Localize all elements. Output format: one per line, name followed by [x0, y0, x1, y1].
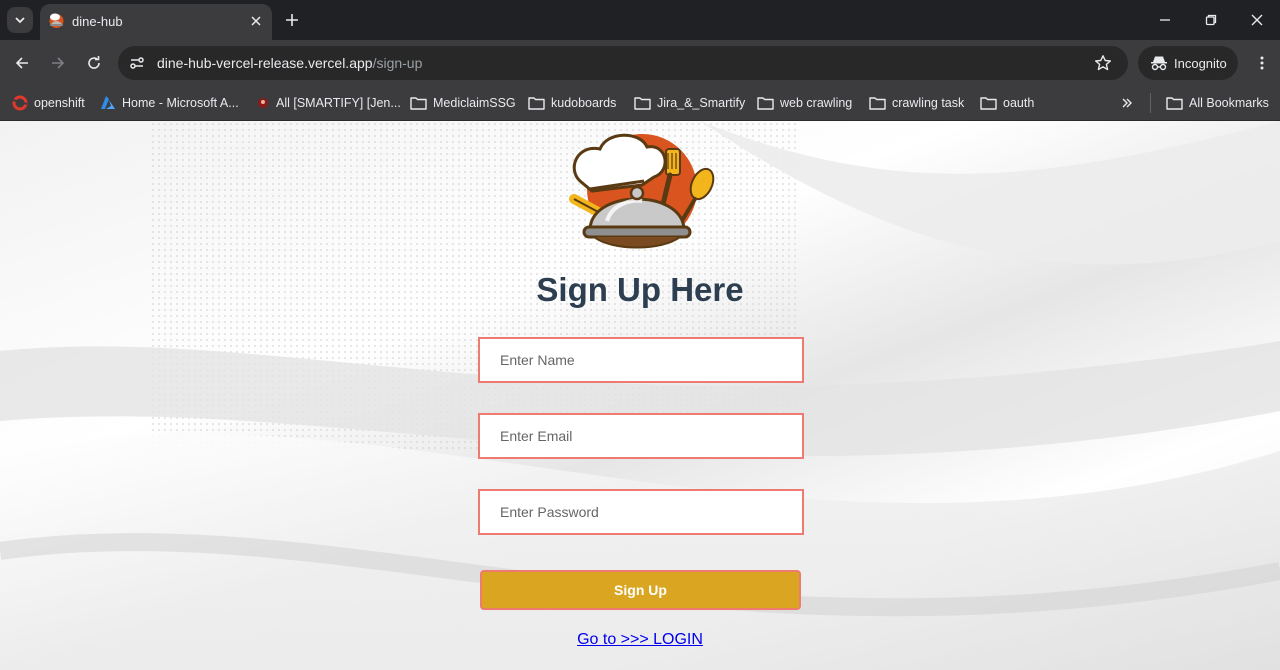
restore-button[interactable] [1188, 0, 1234, 40]
bookmark-label: Home - Microsoft A... [122, 96, 239, 110]
browser-toolbar: dine-hub-vercel-release.vercel.app/sign-… [0, 40, 1280, 86]
password-input[interactable] [478, 489, 804, 535]
tab-strip: dine-hub [0, 0, 1280, 40]
azure-icon [101, 96, 115, 109]
double-chevron-right-icon [1122, 98, 1132, 108]
bookmark-openshift[interactable]: openshift [12, 92, 85, 114]
new-tab-button[interactable] [281, 9, 303, 31]
bookmark-folder-mediclaimssg[interactable]: MediclaimSSG [410, 92, 516, 114]
bookmarks-overflow-button[interactable] [1118, 94, 1136, 112]
chevron-down-icon [15, 17, 25, 24]
tab-search-button[interactable] [7, 7, 33, 33]
folder-icon [757, 97, 774, 110]
bookmark-folder-crawling-task[interactable]: crawling task [869, 92, 964, 114]
reload-icon [88, 56, 100, 69]
folder-icon [528, 97, 545, 110]
browser-menu-button[interactable] [1250, 51, 1274, 75]
window-close-button[interactable] [1234, 0, 1280, 40]
plus-icon [286, 14, 298, 26]
folder-icon [410, 97, 427, 110]
bookmark-label: openshift [34, 96, 85, 110]
incognito-indicator[interactable]: Incognito [1138, 46, 1238, 80]
page-title: Sign Up Here [536, 271, 744, 308]
bookmark-microsoft[interactable]: Home - Microsoft A... [100, 92, 239, 114]
login-link[interactable]: Go to >>> LOGIN [440, 631, 840, 649]
bookmarks-divider [1150, 93, 1151, 113]
bookmark-label: kudoboards [551, 96, 617, 110]
tab-close-button[interactable] [247, 12, 265, 30]
bookmark-jenkins[interactable]: All [SMARTIFY] [Jen... [256, 92, 401, 114]
more-vertical-icon [1260, 56, 1264, 70]
address-bar[interactable]: dine-hub-vercel-release.vercel.app/sign-… [118, 46, 1128, 80]
restore-icon [1205, 14, 1217, 26]
folder-icon [1166, 97, 1183, 110]
close-icon [251, 16, 261, 26]
dine-hub-favicon [49, 13, 64, 28]
folder-icon [869, 97, 886, 110]
arrow-left-icon [15, 57, 28, 69]
minimize-button[interactable] [1142, 0, 1188, 40]
bookmark-label: crawling task [892, 96, 965, 110]
tab-title: dine-hub [72, 14, 123, 29]
bookmarks-bar: openshift Home - Microsoft A... All [SMA… [0, 86, 1280, 121]
bookmark-folder-web-crawling[interactable]: web crawling [757, 92, 852, 114]
email-input[interactable] [478, 413, 804, 459]
all-bookmarks-label: All Bookmarks [1189, 96, 1269, 110]
jenkins-icon [258, 98, 268, 108]
incognito-icon [1151, 56, 1167, 71]
forward-button[interactable] [46, 51, 70, 75]
signup-page: Sign Up Here Sign Up Go to >>> LOGIN [0, 121, 1280, 670]
bookmark-label: All [SMARTIFY] [Jen... [276, 96, 401, 110]
bookmark-label: Jira_&_Smartify [657, 96, 746, 110]
url-path: /sign-up [372, 55, 423, 71]
folder-icon [980, 97, 997, 110]
site-info-icon[interactable] [128, 54, 146, 72]
arrow-right-icon [52, 57, 65, 69]
bookmark-label: web crawling [780, 96, 853, 110]
bookmark-star-icon[interactable] [1094, 54, 1112, 72]
bookmark-folder-kudoboards[interactable]: kudoboards [528, 92, 616, 114]
browser-tab[interactable]: dine-hub [40, 4, 272, 40]
signup-button[interactable]: Sign Up [480, 570, 801, 610]
bookmark-folder-jira-smartify[interactable]: Jira_&_Smartify [634, 92, 745, 114]
back-button[interactable] [10, 51, 34, 75]
reload-button[interactable] [82, 51, 106, 75]
close-icon [1251, 14, 1263, 26]
folder-icon [634, 97, 651, 110]
all-bookmarks-button[interactable]: All Bookmarks [1166, 92, 1269, 114]
minimize-icon [1160, 19, 1170, 21]
dine-hub-logo [569, 133, 715, 249]
bookmark-folder-oauth[interactable]: oauth [980, 92, 1034, 114]
name-input[interactable] [478, 337, 804, 383]
bookmark-label: oauth [1003, 96, 1035, 110]
url-host: dine-hub-vercel-release.vercel.app [157, 55, 373, 71]
url-text: dine-hub-vercel-release.vercel.app/sign-… [157, 55, 422, 71]
incognito-label: Incognito [1174, 56, 1227, 71]
bookmark-label: MediclaimSSG [433, 96, 516, 110]
openshift-icon [12, 95, 28, 111]
